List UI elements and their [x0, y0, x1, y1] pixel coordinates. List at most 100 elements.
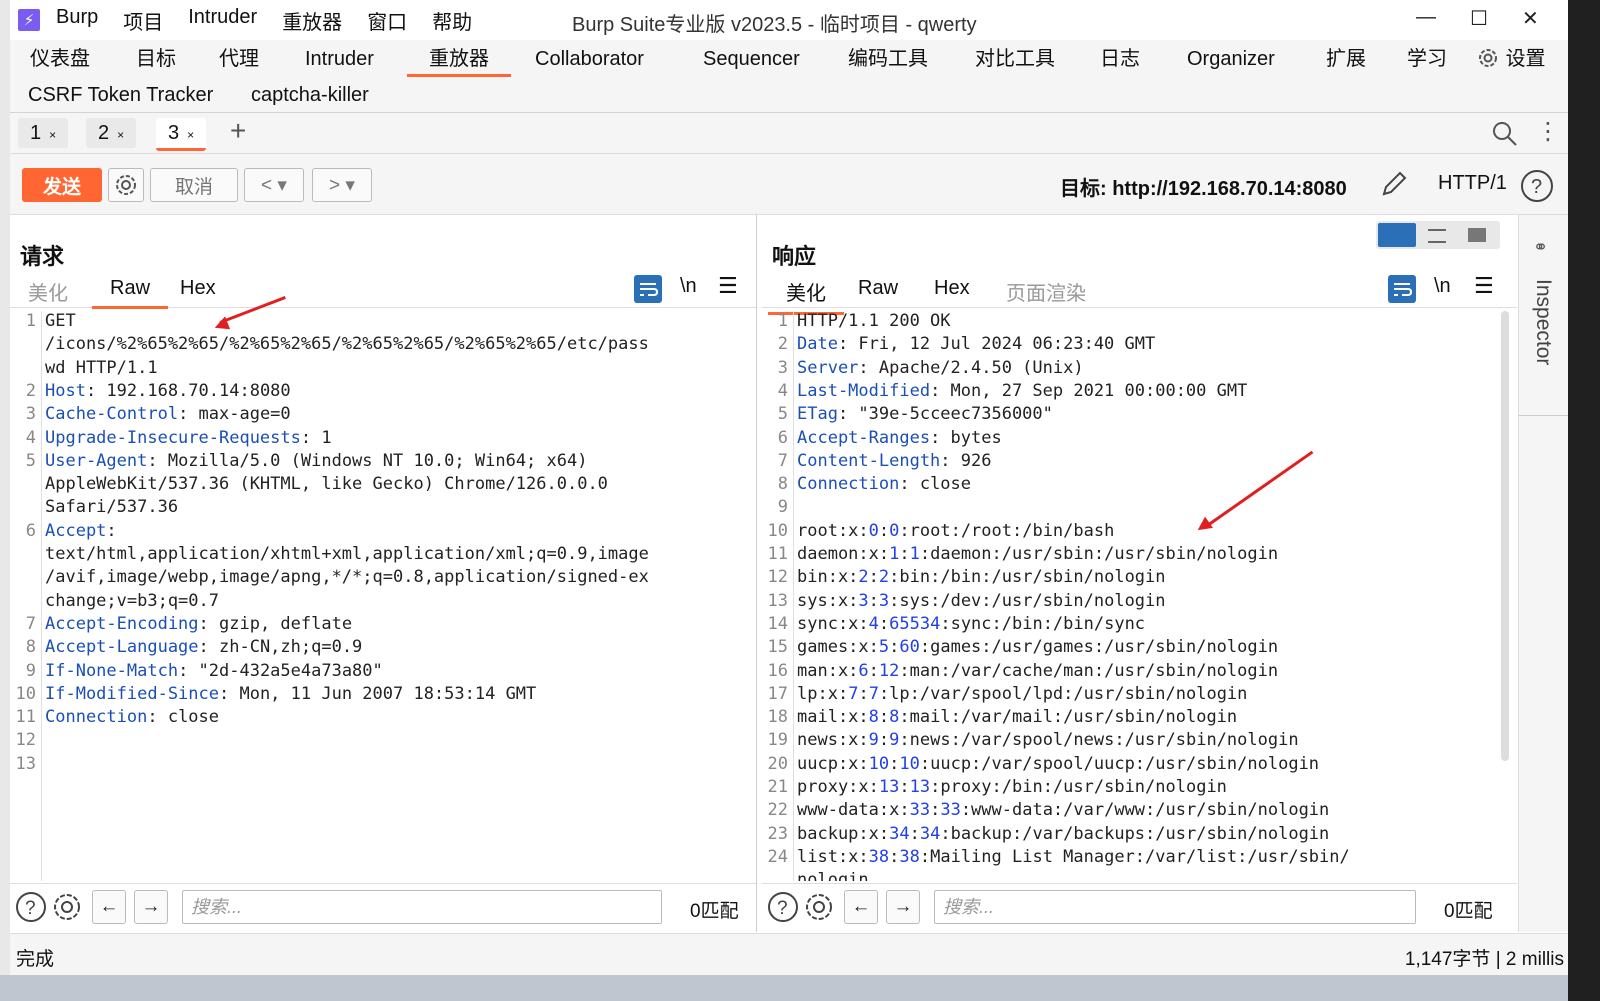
cancel-button[interactable]: 取消	[150, 168, 238, 202]
code-line: ETag: "39e-5cceec7356000"	[797, 404, 1053, 424]
close-tab-icon[interactable]: ×	[49, 128, 56, 142]
code-text: :games:/usr/games:/usr/sbin/nologin	[919, 637, 1279, 658]
numeric-field: 34	[919, 823, 941, 844]
search-previous-button[interactable]: ←	[844, 890, 878, 924]
menu-help[interactable]: 帮助	[432, 6, 472, 35]
history-forward-button[interactable]: > ▾	[312, 168, 372, 202]
tab-render[interactable]: 页面渲染	[996, 277, 1096, 312]
inspector-sidebar[interactable]: ⚭ Inspector	[1518, 215, 1568, 932]
maximize-icon[interactable]: ☐	[1470, 6, 1488, 31]
code-text: sync:x:	[797, 613, 869, 634]
tab-logger[interactable]: 日志	[1100, 44, 1140, 74]
word-wrap-icon[interactable]	[1388, 275, 1416, 303]
response-editor[interactable]: 1 2 3 4 5 6 7 8 9 10 11 12 13 14 15 16 17 18 19 20 21 22 23 24 …	[762, 311, 1517, 881]
show-newlines-toggle[interactable]: \n	[1434, 275, 1451, 298]
http-version-toggle[interactable]: HTTP/1	[1438, 172, 1507, 195]
numeric-field: 33	[909, 800, 931, 821]
search-next-button[interactable]: →	[886, 890, 920, 924]
hamburger-menu-icon[interactable]: ☰	[1474, 273, 1494, 299]
tab-learn[interactable]: 学习	[1407, 44, 1447, 74]
line-number: 10	[15, 683, 36, 704]
numeric-field: 33	[940, 800, 961, 821]
search-next-button[interactable]: →	[134, 890, 168, 924]
menu-repeater[interactable]: 重放器	[282, 6, 342, 35]
tab-pretty[interactable]: 美化	[18, 277, 78, 312]
tab-raw[interactable]: Raw	[848, 277, 908, 306]
close-tab-icon[interactable]: ×	[187, 128, 194, 142]
code-text: :	[899, 544, 910, 564]
tab-csrf-token-tracker[interactable]: CSRF Token Tracker	[28, 80, 213, 110]
response-view-tabs: 美化 Raw Hex 页面渲染 \n ☰	[762, 273, 1517, 315]
tab-decoder[interactable]: 编码工具	[848, 44, 928, 74]
request-editor[interactable]: 1 2 3 4 5 6 7 8 9 10 11 12 13 GET/icons/%2%65%2%65/%…	[10, 311, 756, 881]
line-number-gutter: 1 2 3 4 5 6 7 8 9 10 11 12 13 14 15 16 17 18 19 20 21 22 23 24	[762, 311, 794, 881]
split-horizontal-icon[interactable]	[1378, 223, 1416, 247]
show-newlines-toggle[interactable]: \n	[680, 275, 697, 298]
tab-extensions[interactable]: 扩展	[1326, 44, 1366, 74]
gear-icon[interactable]	[50, 890, 84, 924]
tab-comparer[interactable]: 对比工具	[975, 44, 1055, 74]
numeric-field: 0	[868, 520, 879, 541]
request-search-input[interactable]: 搜索...	[182, 890, 662, 924]
title-bar: ⚡ Burp 项目 Intruder 重放器 窗口 帮助 Burp Suite专…	[10, 0, 1568, 40]
tab-hex[interactable]: Hex	[924, 277, 980, 306]
tab-target[interactable]: 目标	[136, 44, 176, 74]
code-text: : Mon, 11 Jun 2007 18:53:14 GMT	[219, 683, 537, 704]
tabbed-layout-icon[interactable]	[1468, 228, 1486, 242]
help-icon[interactable]: ?	[14, 890, 48, 924]
tab-repeater[interactable]: 重放器	[407, 44, 511, 77]
code-text: lp:x:	[797, 683, 849, 704]
minimize-icon[interactable]: —	[1416, 6, 1436, 29]
tab-organizer[interactable]: Organizer	[1187, 44, 1275, 74]
code-line: list:x:38:38:Mailing List Manager:/var/l…	[797, 847, 1350, 867]
hamburger-menu-icon[interactable]: ☰	[718, 273, 738, 299]
code-text: : bytes	[930, 427, 1002, 448]
header-name: Upgrade-Insecure-Requests	[45, 427, 301, 448]
repeater-tab-1[interactable]: 1 ×	[18, 118, 69, 148]
more-options-icon[interactable]: ⋮	[1536, 117, 1560, 146]
tab-sequencer[interactable]: Sequencer	[703, 44, 800, 74]
menu-project[interactable]: 项目	[123, 6, 163, 35]
tab-dashboard[interactable]: 仪表盘	[30, 44, 90, 74]
code-text: /avif,image/webp,image/apng,*/*;q=0.8,ap…	[45, 567, 649, 588]
repeater-tab-label: 3	[168, 122, 180, 144]
edit-pencil-icon[interactable]	[1378, 168, 1410, 200]
menu-burp[interactable]: Burp	[56, 6, 98, 35]
send-button[interactable]: 发送	[22, 168, 102, 202]
gear-icon[interactable]	[802, 890, 836, 924]
repeater-tab-3[interactable]: 3 ×	[156, 118, 207, 151]
repeater-tab-2[interactable]: 2 ×	[86, 118, 137, 148]
response-scrollbar[interactable]	[1501, 311, 1509, 761]
code-text: :	[878, 613, 890, 634]
numeric-field: 13	[909, 777, 931, 797]
header-name: Content-Length	[797, 450, 941, 471]
tab-pretty[interactable]: 美化	[768, 277, 844, 315]
menu-intruder[interactable]: Intruder	[188, 6, 257, 35]
response-size-timing: 1,147字节 | 2 millis	[1404, 949, 1564, 970]
close-window-icon[interactable]: ✕	[1522, 6, 1539, 31]
response-search-input[interactable]: 搜索...	[934, 890, 1416, 924]
tab-proxy[interactable]: 代理	[219, 44, 259, 74]
tab-captcha-killer[interactable]: captcha-killer	[251, 80, 369, 110]
code-text: root:x:	[797, 520, 869, 541]
code-text: :lp:/var/spool/lpd:/usr/sbin/nologin	[878, 683, 1248, 704]
history-back-button[interactable]: < ▾	[244, 168, 304, 202]
tab-collaborator[interactable]: Collaborator	[535, 44, 644, 74]
add-tab-icon[interactable]: +	[230, 115, 246, 147]
tab-raw[interactable]: Raw	[92, 277, 169, 309]
menu-window[interactable]: 窗口	[367, 6, 407, 35]
close-tab-icon[interactable]: ×	[117, 128, 124, 142]
code-line: Connection: close	[797, 474, 971, 494]
tab-settings[interactable]: 设置	[1476, 44, 1546, 74]
search-icon[interactable]	[1492, 121, 1518, 147]
word-wrap-icon[interactable]	[634, 275, 662, 303]
numeric-field: 9	[889, 730, 900, 751]
tab-intruder[interactable]: Intruder	[305, 44, 374, 74]
help-icon[interactable]: ?	[766, 890, 800, 924]
send-options-button[interactable]	[108, 168, 144, 202]
code-line: sys:x:3:3:sys:/dev:/usr/sbin/nologin	[797, 591, 1166, 611]
split-vertical-icon[interactable]	[1428, 229, 1446, 243]
tab-hex[interactable]: Hex	[170, 277, 226, 306]
help-icon[interactable]: ?	[1520, 169, 1554, 203]
search-previous-button[interactable]: ←	[92, 890, 126, 924]
